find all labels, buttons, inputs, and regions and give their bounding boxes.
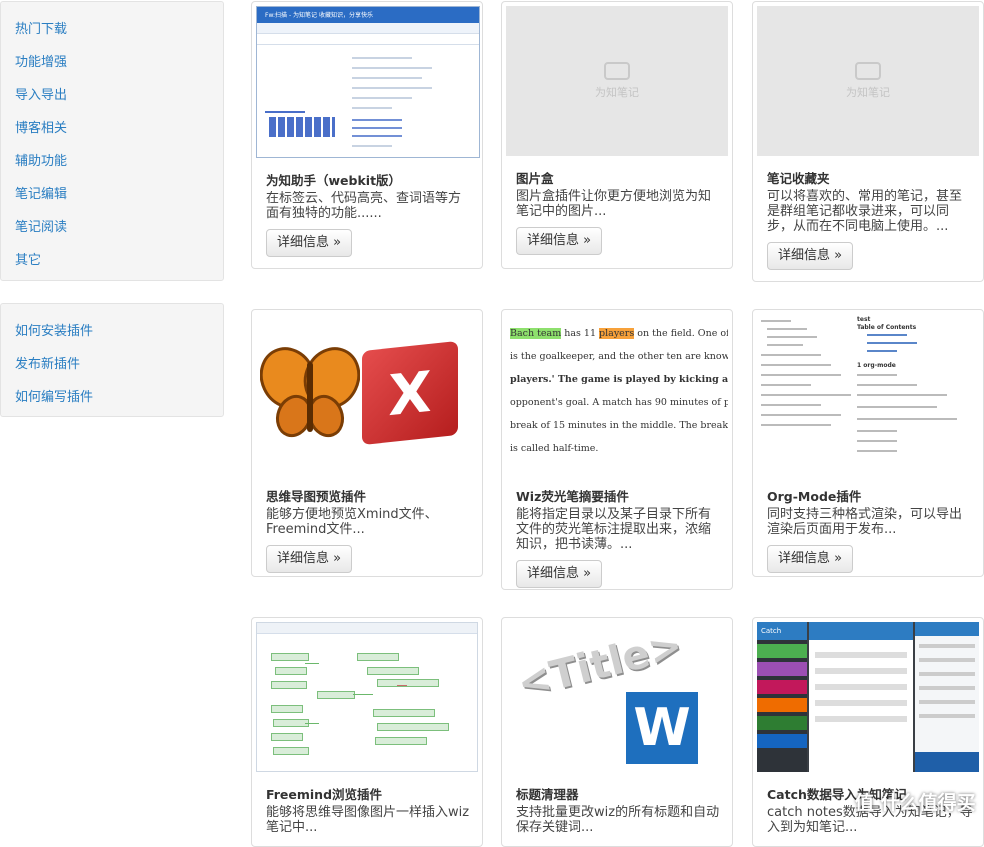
category-nav: 热门下载 功能增强 导入导出 博客相关 辅助功能 笔记编辑 笔记阅读 其它 [0, 1, 224, 281]
placeholder-label: 为知笔记 [846, 86, 890, 99]
plugin-desc: 同时支持三种格式渲染，可以导出渲染后页面用于发布... [767, 507, 963, 537]
wiz-logo-icon: W [626, 692, 698, 764]
xmind-logo-icon: X [362, 340, 458, 446]
plugin-desc: 图片盒插件让你更方便地浏览为知笔记中的图片... [516, 189, 712, 219]
nav-item-enhancements[interactable]: 功能增强 [1, 46, 223, 79]
watermark: 值 什么值得买 [855, 792, 976, 814]
nav-item-how-to-write[interactable]: 如何编写插件 [1, 381, 223, 414]
nav-item-blog[interactable]: 博客相关 [1, 112, 223, 145]
butterfly-icon [260, 347, 360, 438]
plugin-title[interactable]: Wiz荧光笔摘要插件 [516, 486, 728, 505]
plugin-desc: 在标签云、代码高亮、查词语等方面有独特的功能...... [266, 191, 462, 221]
plugin-thumbnail[interactable]: Catch [757, 622, 979, 772]
org-heading: 1 org-mode [857, 362, 896, 369]
details-button[interactable]: 详细信息 » [266, 545, 353, 573]
plugin-title[interactable]: 为知助手（webkit版） [266, 170, 478, 189]
details-button[interactable]: 详细信息 » [516, 560, 603, 588]
plugin-thumbnail[interactable]: Fw:扫描 - 为知笔记 收藏知识，分享快乐 [256, 6, 480, 158]
plugin-card: Freemind浏览插件 能够将思维导图像图片一样插入wiz笔记中... [251, 617, 483, 847]
plugin-title[interactable]: 笔记收藏夹 [767, 168, 979, 187]
nav-item-other[interactable]: 其它 [1, 244, 223, 277]
plugin-desc: 支持批量更改wiz的所有标题和自动保存关键词... [516, 805, 720, 835]
highlighted-text-sample: Bach team has 11 players on the field. O… [510, 328, 728, 454]
plugin-desc: 能够将思维导图像图片一样插入wiz笔记中... [266, 805, 470, 835]
plugin-title[interactable]: 思维导图预览插件 [266, 486, 478, 505]
plugin-title[interactable]: Org-Mode插件 [767, 486, 979, 505]
plugin-thumbnail[interactable]: <Title> W [506, 622, 728, 772]
nav-item-note-editing[interactable]: 笔记编辑 [1, 178, 223, 211]
plugin-desc: 能将指定目录以及某子目录下所有文件的荧光笔标注提取出来，浓缩知识，把书读薄。..… [516, 507, 712, 552]
plugin-card: Bach team has 11 players on the field. O… [501, 309, 733, 590]
nav-item-utilities[interactable]: 辅助功能 [1, 145, 223, 178]
plugin-desc: 可以将喜欢的、常用的笔记，甚至是群组笔记都收录进来，可以同步，从而在不同电脑上使… [767, 189, 963, 234]
help-nav: 如何安装插件 发布新插件 如何编写插件 [0, 303, 224, 417]
nav-item-publish-plugin[interactable]: 发布新插件 [1, 348, 223, 381]
plugin-card: 为知笔记 笔记收藏夹 可以将喜欢的、常用的笔记，甚至是群组笔记都收录进来，可以同… [752, 1, 984, 282]
org-toc: Table of Contents [857, 324, 917, 331]
plugin-desc: 能够方便地预览Xmind文件、Freemind文件... [266, 507, 438, 537]
plugin-title[interactable]: Freemind浏览插件 [266, 784, 478, 803]
details-button[interactable]: 详细信息 » [767, 545, 854, 573]
placeholder-logo-icon [604, 62, 630, 80]
plugin-thumbnail[interactable]: 为知笔记 [506, 6, 728, 156]
plugin-title[interactable]: 图片盒 [516, 168, 728, 187]
nav-item-hot-downloads[interactable]: 热门下载 [1, 13, 223, 46]
nav-item-import-export[interactable]: 导入导出 [1, 79, 223, 112]
details-button[interactable]: 详细信息 » [266, 229, 353, 257]
plugin-card: Fw:扫描 - 为知笔记 收藏知识，分享快乐 为知助手（webkit版） 在标签… [251, 1, 483, 269]
plugin-card: <Title> W 标题清理器 支持批量更改wiz的所有标题和自动保存关键词..… [501, 617, 733, 847]
details-button[interactable]: 详细信息 » [767, 242, 854, 270]
placeholder-logo-icon [855, 62, 881, 80]
plugin-thumbnail[interactable]: Bach team has 11 players on the field. O… [506, 314, 728, 474]
nav-item-how-to-install[interactable]: 如何安装插件 [1, 315, 223, 348]
plugin-card: test Table of Contents 1 org-mode Org-Mo… [752, 309, 984, 577]
plugin-thumbnail[interactable]: test Table of Contents 1 org-mode [757, 314, 979, 474]
nav-item-note-reading[interactable]: 笔记阅读 [1, 211, 223, 244]
placeholder-label: 为知笔记 [595, 86, 639, 99]
plugin-card: 为知笔记 图片盒 图片盒插件让你更方便地浏览为知笔记中的图片... 详细信息 » [501, 1, 733, 269]
details-button[interactable]: 详细信息 » [516, 227, 603, 255]
window-title: Fw:扫描 - 为知笔记 收藏知识，分享快乐 [265, 12, 373, 19]
plugin-title[interactable]: 标题清理器 [516, 784, 728, 803]
catch-brand: Catch [757, 622, 807, 640]
plugin-card: X 思维导图预览插件 能够方便地预览Xmind文件、Freemind文件... … [251, 309, 483, 577]
plugin-thumbnail[interactable] [256, 622, 478, 772]
org-title: test [857, 316, 871, 323]
plugin-thumbnail[interactable]: X [256, 314, 478, 474]
plugin-thumbnail[interactable]: 为知笔记 [757, 6, 979, 156]
